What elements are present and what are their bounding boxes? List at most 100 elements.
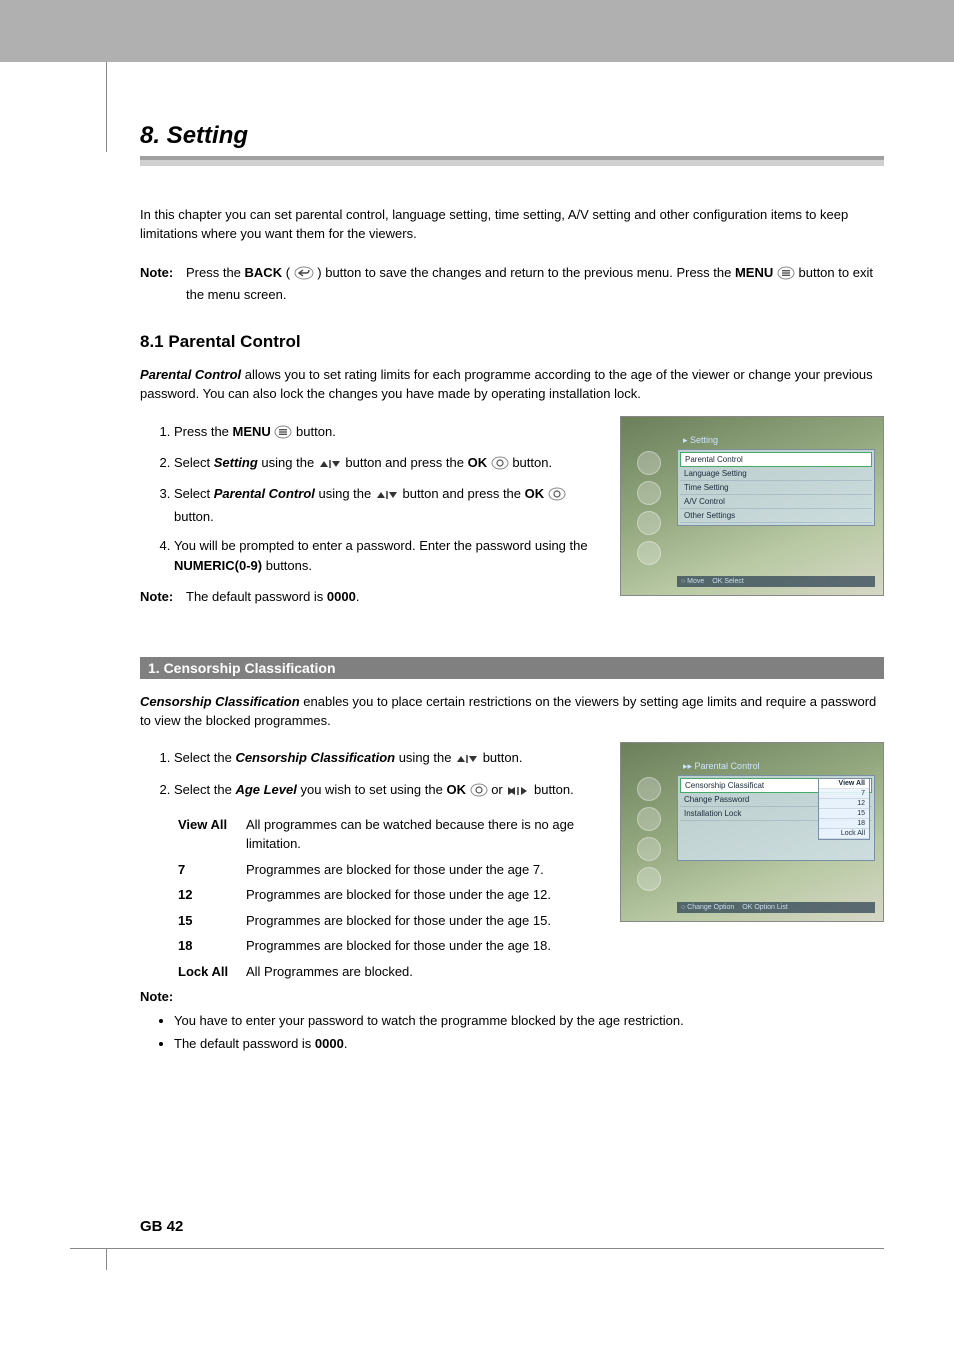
step-text: Select [174, 455, 214, 470]
menu-icon [274, 425, 292, 445]
step-text: you wish to set using the [297, 782, 447, 797]
note-bullets: You have to enter your password to watch… [140, 1011, 884, 1054]
cc-body: Select the Censorship Classification usi… [140, 742, 884, 987]
tv-option-list: View All 7 12 15 18 Lock All [818, 778, 870, 840]
menu-button-label: MENU [735, 265, 773, 280]
tv-menu-item: A/V Control [680, 495, 872, 509]
age-desc: Programmes are blocked for those under t… [246, 911, 602, 931]
step-text: using the [395, 750, 455, 765]
up-down-icon [375, 487, 399, 507]
age-row: Lock AllAll Programmes are blocked. [178, 962, 602, 982]
tv-sidebar-icon [637, 511, 661, 535]
intro-paragraph: In this chapter you can set parental con… [140, 206, 884, 244]
age-row: 12Programmes are blocked for those under… [178, 885, 602, 905]
tv-sidebar-icon [637, 481, 661, 505]
back-icon [294, 266, 314, 286]
left-right-icon [506, 783, 530, 803]
numeric-label: NUMERIC(0-9) [174, 558, 262, 573]
ok-label: OK [468, 455, 488, 470]
age-key: 12 [178, 885, 246, 905]
menu-label: MENU [233, 424, 271, 439]
tv-option: Lock All [819, 829, 869, 839]
tv-item-label: Censorship Classificat [685, 781, 764, 790]
age-level-label: Age Level [235, 782, 296, 797]
step-text: button. [479, 750, 522, 765]
tv-header: ▸▸ Parental Control [683, 761, 760, 772]
setting-label: Setting [214, 455, 258, 470]
step-text: Select the [174, 782, 235, 797]
menu-icon [777, 266, 795, 286]
tv-sidebar-icon [637, 777, 661, 801]
up-down-icon [455, 751, 479, 771]
step-text: buttons. [262, 558, 312, 573]
steps-list: Press the MENU button. Select Setting us… [140, 422, 602, 576]
step-text: button. [174, 509, 214, 524]
step-1: Press the MENU button. [174, 422, 602, 445]
tv-foot-item: ○ Change Option [681, 904, 734, 911]
cc-lead: Censorship Classification enables you to… [140, 693, 884, 731]
age-row: 15Programmes are blocked for those under… [178, 911, 602, 931]
step-3: Select Parental Control using the button… [174, 484, 602, 527]
note-body: The default password is 0000. [186, 588, 602, 607]
section-8-1-title: 8.1 Parental Control [140, 332, 884, 352]
tv-sidebar-icon [637, 867, 661, 891]
age-level-table: View AllAll programmes can be watched be… [178, 815, 602, 982]
age-key: 18 [178, 936, 246, 956]
lead-rest: allows you to set rating limits for each… [140, 367, 873, 401]
step-text: using the [315, 486, 375, 501]
cc-step-1: Select the Censorship Classification usi… [174, 748, 602, 771]
age-desc: Programmes are blocked for those under t… [246, 885, 602, 905]
tv-panel: Parental Control Language Setting Time S… [677, 449, 875, 526]
censorship-classification-header: 1. Censorship Classification [140, 657, 884, 679]
cc-steps-list: Select the Censorship Classification usi… [140, 748, 602, 802]
ok-label: OK [446, 782, 466, 797]
tv-menu-item: Parental Control [680, 452, 872, 467]
tv-sidebar-icon [637, 807, 661, 831]
default-password-note: Note: The default password is 0000. [140, 588, 602, 607]
step-text: button. [292, 424, 335, 439]
note-text: The default password is [174, 1036, 315, 1051]
password-value: 0000 [315, 1036, 344, 1051]
tv-panel: Censorship Classificat✓ Change Password … [677, 775, 875, 861]
tv-sidebar-icon [637, 541, 661, 565]
tv-sidebar [627, 451, 673, 565]
age-desc: Programmes are blocked for those under t… [246, 936, 602, 956]
page-content: 8. Setting In this chapter you can set p… [0, 62, 954, 1098]
note-body: Press the BACK ( ) button to save the ch… [186, 264, 884, 305]
step-text: Select [174, 486, 214, 501]
age-key: 15 [178, 911, 246, 931]
age-row: View AllAll programmes can be watched be… [178, 815, 602, 854]
tv-screenshot-parental: ▸▸ Parental Control Censorship Classific… [620, 742, 884, 922]
step-text: Press the [174, 424, 233, 439]
step-4: You will be prompted to enter a password… [174, 536, 602, 576]
note-text: . [344, 1036, 348, 1051]
lead-term: Parental Control [140, 367, 241, 382]
step-text: You will be prompted to enter a password… [174, 538, 588, 553]
parental-control-label: Parental Control [214, 486, 315, 501]
password-value: 0000 [327, 589, 356, 604]
note-text: ( [282, 265, 294, 280]
steps-column: Press the MENU button. Select Setting us… [140, 416, 602, 635]
page-footer: GB 42 [0, 1218, 954, 1296]
step-text: using the [258, 455, 318, 470]
age-desc: All programmes can be watched because th… [246, 815, 602, 854]
chapter-title: 8. Setting [140, 122, 884, 150]
note-text: . [356, 589, 360, 604]
section-8-1-body: Press the MENU button. Select Setting us… [140, 416, 884, 635]
back-button-label: BACK [245, 265, 283, 280]
step-2: Select Setting using the button and pres… [174, 453, 602, 476]
tv-header: ▸ Setting [683, 435, 718, 446]
note-bullet: The default password is 0000. [174, 1034, 884, 1054]
cc-screenshot-column: ▸▸ Parental Control Censorship Classific… [620, 742, 884, 922]
tv-footer: ○ Move OK Select [677, 576, 875, 587]
tv-option: 12 [819, 799, 869, 809]
section-8-1-lead: Parental Control allows you to set ratin… [140, 366, 884, 404]
cc-note: Note: You have to enter your password to… [140, 987, 884, 1054]
tv-foot-item: ○ Move [681, 578, 704, 585]
note-label: Note: [140, 989, 173, 1004]
tv-option: View All [819, 779, 869, 789]
tv-sidebar-icon [637, 451, 661, 475]
tv-menu-item: Other Settings [680, 509, 872, 523]
top-note: Note: Press the BACK ( ) button to save … [140, 264, 884, 305]
screenshot-column: ▸ Setting Parental Control Language Sett… [620, 416, 884, 596]
